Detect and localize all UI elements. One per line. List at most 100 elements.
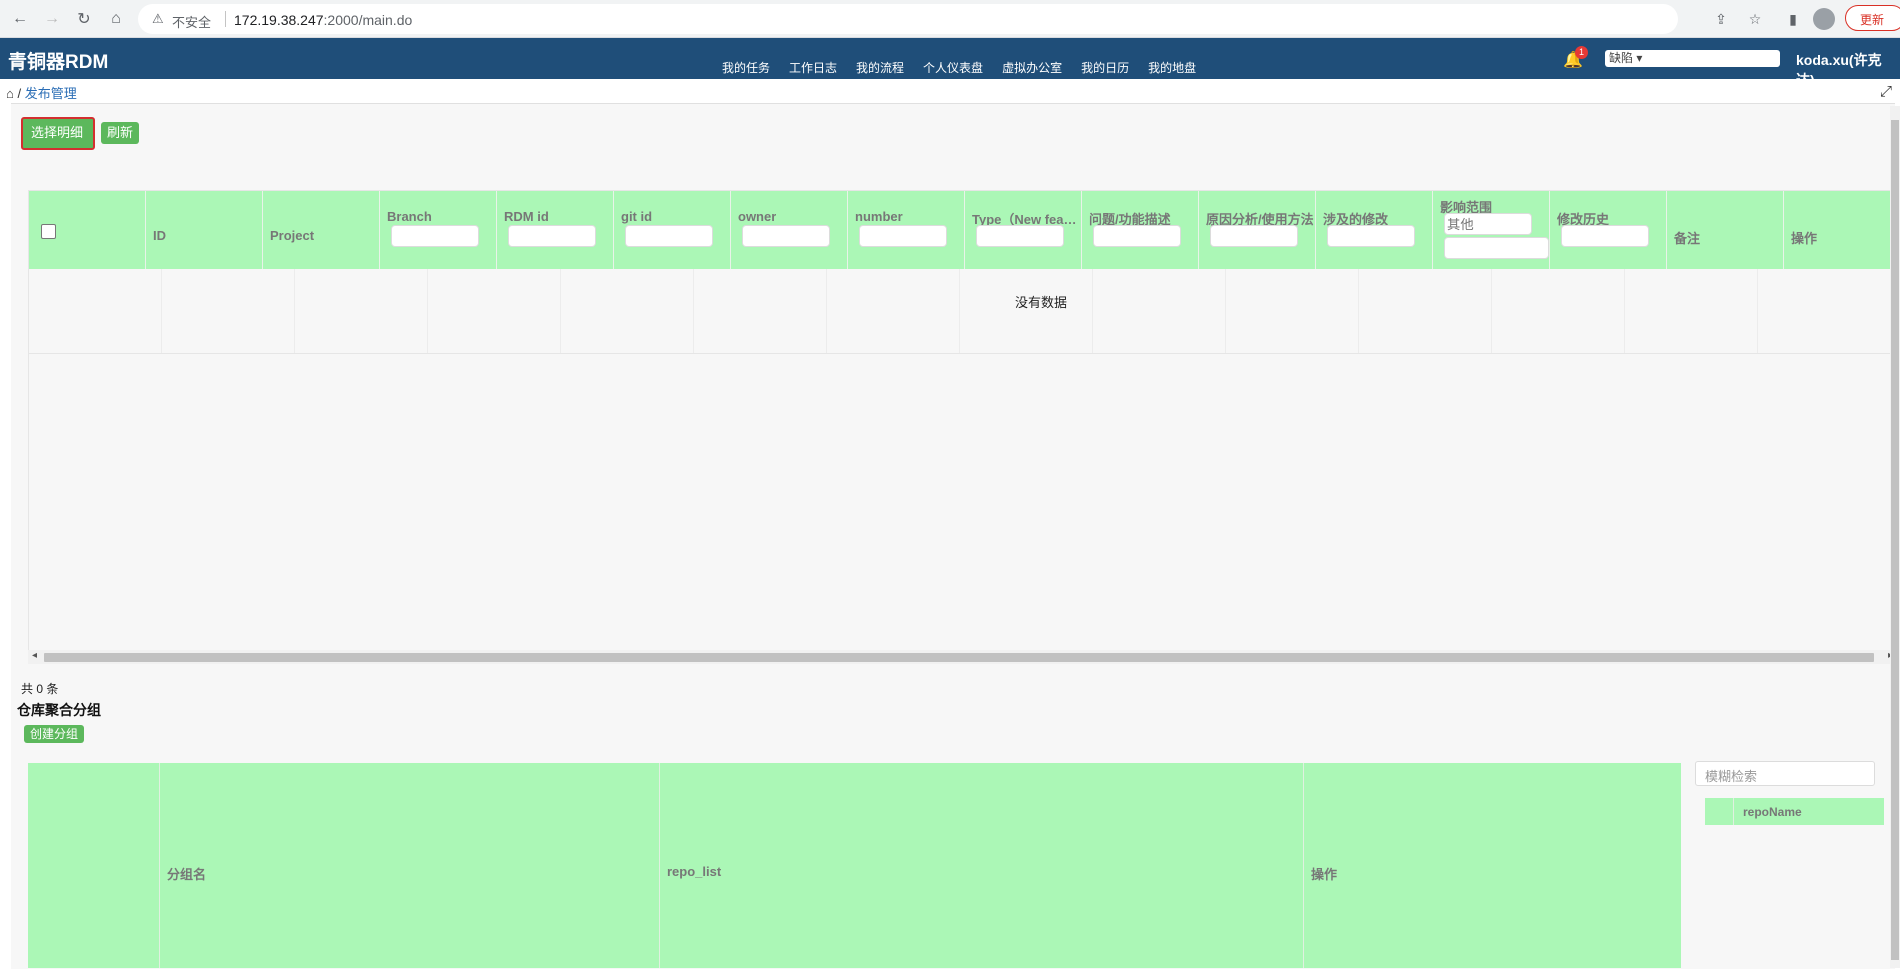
- release-table: ID Project Branch RDM id git id owner nu…: [28, 190, 1897, 661]
- impact-filter-input-2[interactable]: [1444, 237, 1549, 259]
- refresh-button[interactable]: 刷新: [101, 122, 140, 144]
- column-label: Project: [270, 228, 315, 243]
- back-icon[interactable]: ←: [8, 7, 32, 31]
- column-label: RDM id: [504, 209, 549, 224]
- number-filter-input[interactable]: [859, 225, 947, 247]
- column-label: 分组名: [167, 867, 207, 882]
- breadcrumb-current[interactable]: 发布管理: [25, 86, 77, 101]
- fuzzy-search-input[interactable]: 模糊检索: [1695, 761, 1875, 786]
- select-all-checkbox[interactable]: [41, 224, 56, 239]
- grid-cell: [693, 269, 827, 353]
- column-label: git id: [621, 209, 653, 224]
- app-brand[interactable]: 青铜器RDM: [8, 47, 108, 74]
- branch-filter-input[interactable]: [391, 225, 479, 247]
- url-path: :2000/main.do: [323, 12, 413, 28]
- column-repo-list: repo_list: [660, 763, 1304, 968]
- menu-item-virtual-office[interactable]: 虚拟办公室: [1002, 59, 1062, 76]
- changes-filter-input[interactable]: [1327, 225, 1415, 247]
- warning-icon: ⚠: [152, 11, 164, 26]
- scrollbar-thumb[interactable]: [1891, 120, 1899, 960]
- column-project: Project: [263, 191, 380, 269]
- type-filter-input[interactable]: [976, 225, 1064, 247]
- group-table: 分组名 repo_list 操作: [28, 763, 1681, 968]
- forward-icon[interactable]: →: [40, 7, 64, 31]
- star-icon[interactable]: ☆: [1744, 8, 1766, 30]
- grid-cell: [560, 269, 694, 353]
- column-label: 操作: [1791, 231, 1818, 246]
- column-label: 备注: [1674, 231, 1701, 246]
- column-check: [28, 763, 160, 968]
- address-bar[interactable]: ⚠ 不安全 172.19.38.247:2000/main.do: [138, 4, 1678, 34]
- repo-table-header: repoName: [1705, 798, 1884, 825]
- column-impact: 影响范围: [1433, 191, 1550, 269]
- breadcrumb-separator: /: [17, 86, 22, 101]
- empty-message: 没有数据: [1015, 295, 1068, 310]
- analysis-filter-input[interactable]: [1210, 225, 1298, 247]
- owner-filter-input[interactable]: [742, 225, 830, 247]
- grid-cell: [427, 269, 561, 353]
- column-label: ID: [153, 228, 166, 243]
- column-label: owner: [738, 209, 777, 224]
- column-remarks: 备注: [1667, 191, 1784, 269]
- share-icon[interactable]: ⇪: [1710, 8, 1732, 30]
- column-group-name: 分组名: [160, 763, 660, 968]
- column-owner: owner: [731, 191, 848, 269]
- profile-avatar[interactable]: [1813, 8, 1835, 30]
- impact-filter-input[interactable]: [1444, 213, 1532, 235]
- column-label: Branch: [387, 209, 432, 224]
- column-analysis: 原因分析/使用方法: [1199, 191, 1316, 269]
- url-host: 172.19.38.247: [234, 12, 324, 28]
- description-filter-input[interactable]: [1093, 225, 1181, 247]
- menu-item-dashboard[interactable]: 个人仪表盘: [923, 59, 983, 76]
- scroll-left-icon[interactable]: ◂: [32, 650, 37, 661]
- column-changes: 涉及的修改: [1316, 191, 1433, 269]
- rdm-id-filter-input[interactable]: [508, 225, 596, 247]
- update-button[interactable]: 更新: [1845, 5, 1900, 31]
- grid-cell: [294, 269, 428, 353]
- reload-icon[interactable]: ↻: [72, 7, 96, 31]
- empty-row: 没有数据: [29, 269, 1896, 354]
- column-label: repo_list: [667, 864, 722, 879]
- type-select[interactable]: 缺陷 ▾: [1605, 50, 1780, 67]
- app-header: 青铜器RDM 我的任务 工作日志 我的流程 个人仪表盘 虚拟办公室 我的日历 我…: [0, 38, 1900, 88]
- history-filter-input[interactable]: [1561, 225, 1649, 247]
- grid-cell: [1225, 269, 1359, 353]
- create-group-button[interactable]: 创建分组: [24, 725, 85, 743]
- column-select-all: [29, 191, 146, 269]
- url-text: 172.19.38.247:2000/main.do: [234, 12, 412, 28]
- column-group-actions: 操作: [1304, 763, 1681, 968]
- menu-item-process[interactable]: 我的流程: [856, 59, 904, 76]
- grid-cell: [161, 269, 295, 353]
- vertical-scrollbar[interactable]: [1890, 106, 1900, 968]
- repo-check-column: [1705, 798, 1734, 825]
- column-history: 修改历史: [1550, 191, 1667, 269]
- total-count: 共 0 条: [21, 682, 59, 696]
- menu-item-tasks[interactable]: 我的任务: [722, 59, 770, 76]
- scrollbar-thumb[interactable]: [44, 653, 1874, 662]
- home-icon[interactable]: ⌂: [6, 86, 14, 101]
- column-id: ID: [146, 191, 263, 269]
- home-icon[interactable]: ⌂: [104, 7, 128, 31]
- menu-item-worklog[interactable]: 工作日志: [789, 59, 837, 76]
- grid-cell: [29, 269, 162, 353]
- select-detail-button[interactable]: 选择明细: [25, 122, 90, 144]
- browser-toolbar: ← → ↻ ⌂ ⚠ 不安全 172.19.38.247:2000/main.do…: [0, 0, 1900, 38]
- grid-cell: [1624, 269, 1758, 353]
- grid-cell: [1358, 269, 1492, 353]
- column-label: number: [855, 209, 903, 224]
- column-description: 问题/功能描述: [1082, 191, 1199, 269]
- grid-cell: [1491, 269, 1625, 353]
- fullscreen-icon[interactable]: ⤢: [1880, 83, 1892, 100]
- column-git-id: git id: [614, 191, 731, 269]
- top-menu: 我的任务 工作日志 我的流程 个人仪表盘 虚拟办公室 我的日历 我的地盘: [722, 59, 1215, 76]
- horizontal-scrollbar[interactable]: ◂ ▸: [28, 650, 1895, 664]
- menu-item-calendar[interactable]: 我的日历: [1081, 59, 1129, 76]
- section-title: 仓库聚合分组: [17, 702, 101, 718]
- menu-item-my-space[interactable]: 我的地盘: [1148, 59, 1196, 76]
- column-number: number: [848, 191, 965, 269]
- grid-cell: [1092, 269, 1226, 353]
- notification-badge: 1: [1575, 46, 1589, 59]
- sidepanel-icon[interactable]: ▮: [1782, 8, 1804, 30]
- git-id-filter-input[interactable]: [625, 225, 713, 247]
- table-header: ID Project Branch RDM id git id owner nu…: [29, 191, 1896, 269]
